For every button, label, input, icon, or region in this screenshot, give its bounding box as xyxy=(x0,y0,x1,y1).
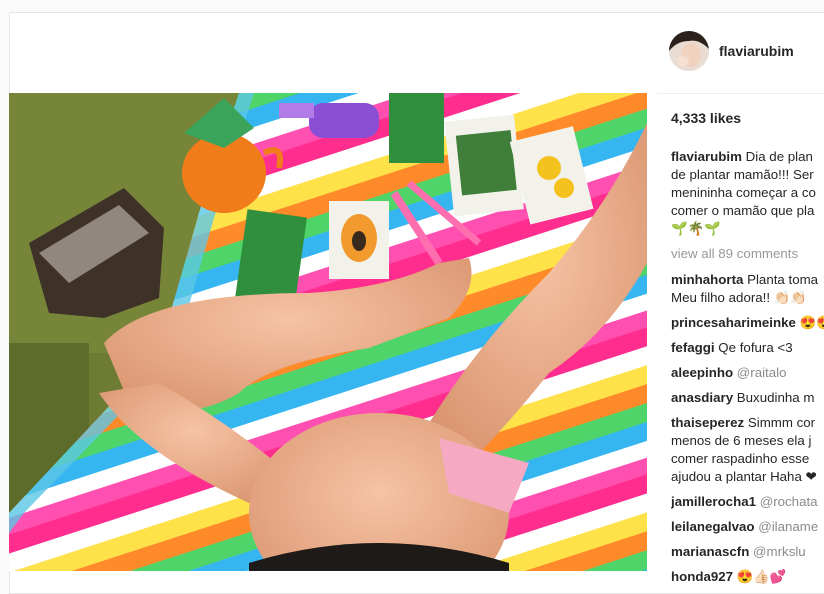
caption: flaviarubim Dia de plan de plantar mamão… xyxy=(671,148,824,238)
comment: minhahorta Planta toma Meu filho adora!!… xyxy=(671,271,824,307)
likes-count[interactable]: 4,333 likes xyxy=(671,110,741,126)
comment-text: Planta toma xyxy=(747,272,819,287)
post-author-username[interactable]: flaviarubim xyxy=(719,43,794,59)
caption-line: menininha começar a co xyxy=(671,185,816,200)
header-divider xyxy=(657,93,824,94)
comment: thaiseperez Simmm cor menos de 6 meses e… xyxy=(671,414,824,486)
comment-text: comer raspadinho esse xyxy=(671,451,810,466)
comment-username[interactable]: honda927 xyxy=(671,569,733,584)
comment: leilanegalvao @ilaname xyxy=(671,518,824,536)
comment-mention[interactable]: @rochata xyxy=(760,494,818,509)
comment: princesaharimeinke 😍😍 xyxy=(671,314,824,332)
comment-username[interactable]: jamillerocha1 xyxy=(671,494,756,509)
comment-mention[interactable]: @mrkslu xyxy=(753,544,806,559)
comment-text: Qe fofura <3 xyxy=(718,340,793,355)
comment-text: 😍👍🏻💕 xyxy=(736,569,787,584)
post-photo-image xyxy=(9,93,647,571)
comment-mention[interactable]: @raitalo xyxy=(737,365,787,380)
caption-username[interactable]: flaviarubim xyxy=(671,149,742,164)
comment-text: ajudou a plantar Haha ❤ xyxy=(671,469,817,484)
comment-text: menos de 6 meses ela j xyxy=(671,433,812,448)
comment: anasdiary Buxudinha m xyxy=(671,389,824,407)
comment-mention[interactable]: @ilaname xyxy=(758,519,818,534)
comment-text: Simmm cor xyxy=(747,415,816,430)
comment: honda927 😍👍🏻💕 xyxy=(671,568,824,586)
comment-text: 😍😍 xyxy=(799,315,824,330)
comment: jamillerocha1 @rochata xyxy=(671,493,824,511)
comment-text: Meu filho adora!! 👏🏻👏🏻 xyxy=(671,290,807,305)
comment-username[interactable]: thaiseperez xyxy=(671,415,744,430)
comment-username[interactable]: aleepinho xyxy=(671,365,733,380)
comment-username[interactable]: minhahorta xyxy=(671,272,743,287)
post-photo[interactable] xyxy=(9,93,647,571)
comment-text: Buxudinha m xyxy=(736,390,815,405)
avatar[interactable] xyxy=(669,31,709,71)
comment-username[interactable]: anasdiary xyxy=(671,390,733,405)
caption-line: comer o mamão que pla xyxy=(671,203,815,218)
caption-line: 🌱🌴🌱 xyxy=(671,221,721,236)
caption-line: de plantar mamão!!! Ser xyxy=(671,167,814,182)
comment: fefaggi Qe fofura <3 xyxy=(671,339,824,357)
comment-username[interactable]: fefaggi xyxy=(671,340,715,355)
comments-section: flaviarubim Dia de plan de plantar mamão… xyxy=(671,148,824,593)
caption-line: Dia de plan xyxy=(745,149,813,164)
avatar-image xyxy=(669,31,709,71)
comment-username[interactable]: leilanegalvao xyxy=(671,519,755,534)
view-all-comments-link[interactable]: view all 89 comments xyxy=(671,245,824,263)
comment-username[interactable]: princesaharimeinke xyxy=(671,315,796,330)
comment-username[interactable]: marianascfn xyxy=(671,544,749,559)
comment: marianascfn @mrkslu xyxy=(671,543,824,561)
comment: aleepinho @raitalo xyxy=(671,364,824,382)
